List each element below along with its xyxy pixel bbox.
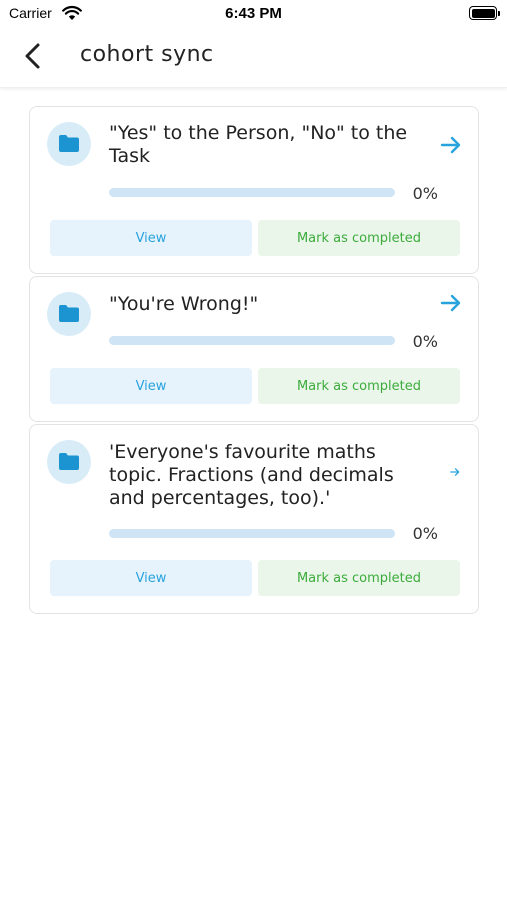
clock-time: 6:43 PM xyxy=(225,5,282,22)
progress-percent: 0% xyxy=(412,524,438,543)
card-title: 'Everyone's favourite maths topic. Fract… xyxy=(109,441,394,509)
chevron-left-icon[interactable] xyxy=(20,42,48,70)
folder-icon xyxy=(59,305,79,322)
progress-percent: 0% xyxy=(412,184,438,203)
arrow-right-icon[interactable] xyxy=(440,135,462,155)
progress-bar xyxy=(109,188,395,197)
folder-icon-badge xyxy=(47,122,91,166)
view-button[interactable]: View xyxy=(50,220,252,256)
battery-icon xyxy=(469,6,500,20)
card-title: "You're Wrong!" xyxy=(109,293,259,315)
folder-icon-badge xyxy=(47,292,91,336)
progress-bar xyxy=(109,529,395,538)
folder-icon xyxy=(59,453,79,470)
card-title: "Yes" to the Person, "No" to the Task xyxy=(109,122,408,167)
view-button[interactable]: View xyxy=(50,560,252,596)
mark-completed-button[interactable]: Mark as completed xyxy=(258,560,460,596)
folder-icon xyxy=(59,135,79,152)
status-bar: Carrier 6:43 PM xyxy=(0,0,507,30)
topic-card[interactable]: "You're Wrong!" 0% View Mark as complete… xyxy=(29,276,479,422)
progress-bar xyxy=(109,336,395,345)
arrow-right-icon[interactable] xyxy=(450,467,460,477)
view-button[interactable]: View xyxy=(50,368,252,404)
progress-percent: 0% xyxy=(412,332,438,351)
folder-icon-badge xyxy=(47,440,91,484)
arrow-right-icon[interactable] xyxy=(440,293,462,313)
topic-card[interactable]: 'Everyone's favourite maths topic. Fract… xyxy=(29,424,479,614)
mark-completed-button[interactable]: Mark as completed xyxy=(258,220,460,256)
nav-bar: cohort sync xyxy=(0,30,507,88)
topic-card[interactable]: "Yes" to the Person, "No" to the Task 0%… xyxy=(29,106,479,274)
page-title: cohort sync xyxy=(80,42,214,67)
mark-completed-button[interactable]: Mark as completed xyxy=(258,368,460,404)
